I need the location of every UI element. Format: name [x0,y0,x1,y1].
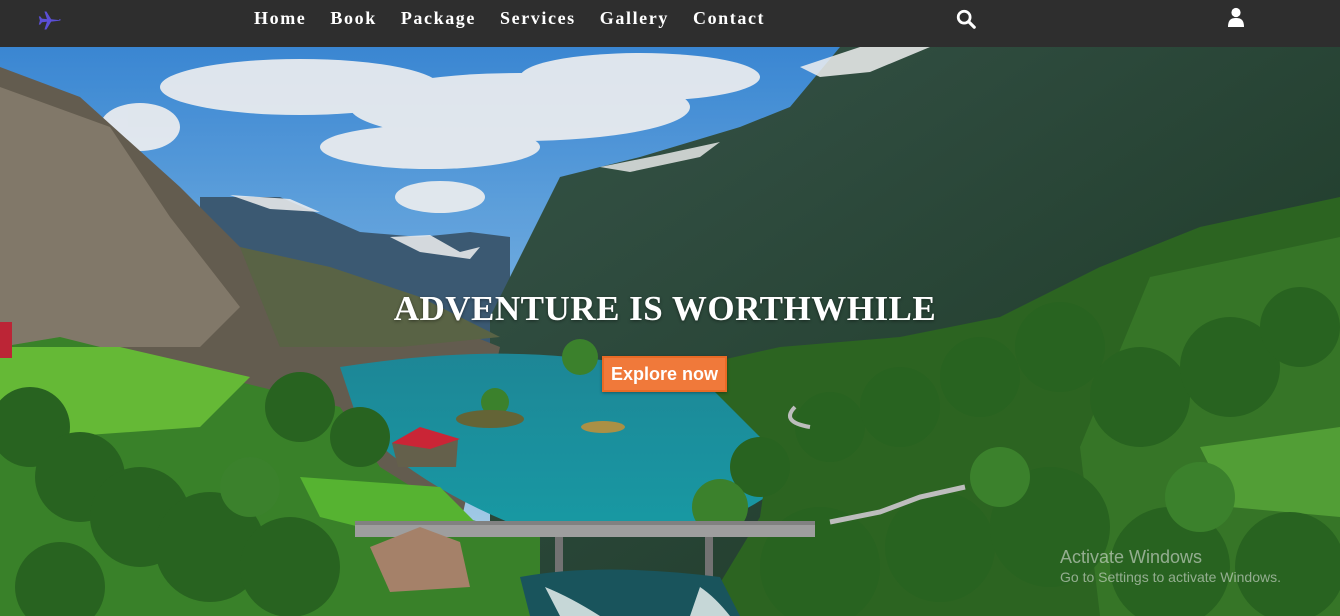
hero-section: ADVENTURE IS WORTHWHILE Explore now Acti… [0,47,1340,616]
nav-link-package[interactable]: Package [401,8,476,28]
nav-link-services[interactable]: Services [500,8,576,28]
search-icon[interactable] [955,8,977,30]
nav-link-contact[interactable]: Contact [693,8,765,28]
hero-title: ADVENTURE IS WORTHWHILE [393,289,937,328]
hero-background-image [0,47,1340,616]
user-icon[interactable] [1227,7,1245,27]
nav-link-home[interactable]: Home [254,8,306,28]
watermark-title: Activate Windows [1060,547,1203,567]
explore-now-button[interactable]: Explore now [602,356,727,392]
nav-link-book[interactable]: Book [330,8,376,28]
navbar: Home Book Package Services Gallery Conta… [0,0,1340,47]
watermark-subtitle: Go to Settings to activate Windows. [1060,569,1281,585]
nav-link-gallery[interactable]: Gallery [600,8,669,28]
nav-links: Home Book Package Services Gallery Conta… [254,8,789,28]
windows-activation-watermark: Activate Windows Go to Settings to activ… [1060,546,1281,586]
airplane-icon[interactable] [36,8,62,34]
